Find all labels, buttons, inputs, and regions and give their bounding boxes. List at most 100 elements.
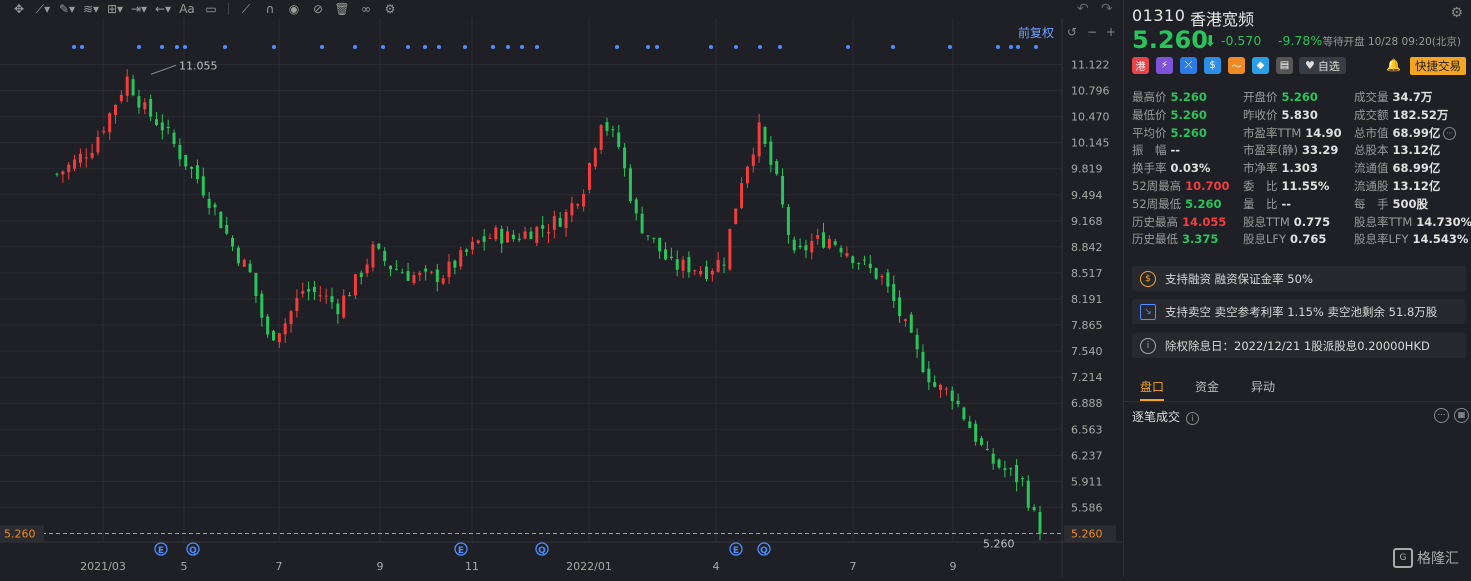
stat-cell: 每 手 500股 — [1354, 196, 1428, 212]
tab-alerts[interactable]: 异动 — [1251, 378, 1275, 395]
candle-body — [318, 295, 322, 297]
event-dot — [320, 45, 324, 49]
pencil-tool-icon[interactable]: ✎▾ — [56, 2, 78, 16]
redo-icon[interactable]: ↷ — [1101, 1, 1113, 17]
event-dot — [423, 45, 427, 49]
candle-body — [646, 235, 650, 237]
stat-value: -- — [1281, 196, 1292, 211]
link-icon[interactable]: ∞ — [355, 2, 377, 16]
more-icon[interactable]: ⋯ — [1443, 126, 1457, 140]
reset-icon[interactable]: ↺ — [1067, 25, 1077, 39]
stat-cell: 历史最高 14.055 — [1132, 214, 1226, 230]
candle-body — [576, 204, 580, 206]
candle-body — [236, 247, 240, 264]
pattern-tool-icon[interactable]: ⊞▾ — [104, 2, 126, 16]
compare-icon[interactable]: ⤫ — [1180, 57, 1197, 74]
event-marker-label: Q — [189, 546, 197, 556]
zoom-out-button[interactable]: − — [1087, 25, 1097, 39]
measure-tool-icon[interactable]: ⇥▾ — [128, 2, 150, 16]
stat-label: 委 比 — [1243, 178, 1278, 193]
stat-value: 68.99亿 — [1392, 125, 1441, 140]
candle-body — [710, 270, 714, 275]
candle-body — [564, 211, 568, 228]
stat-cell: 振 幅 -- — [1132, 142, 1180, 158]
dollar-icon[interactable]: $ — [1204, 57, 1221, 74]
undo-icon[interactable]: ↶ — [1077, 1, 1089, 17]
stat-label: 量 比 — [1243, 196, 1278, 211]
candle-body — [231, 237, 235, 247]
crosshair-icon[interactable]: ✥ — [8, 2, 30, 16]
candle-body — [822, 232, 826, 248]
candle-body — [845, 253, 849, 257]
gear-icon[interactable]: ⚙ — [379, 2, 401, 16]
candle-body — [154, 119, 158, 126]
candle-body — [289, 311, 293, 325]
stat-cell: 52周最高 10.700 — [1132, 178, 1230, 194]
short-icon: ↘ — [1140, 303, 1156, 320]
comment-icon[interactable]: ▭ — [200, 2, 222, 16]
candle-body — [529, 231, 533, 240]
quick-trade-button[interactable]: 快捷交易 — [1410, 57, 1466, 75]
magnet-icon[interactable]: ∩ — [259, 2, 281, 16]
text-tool-icon[interactable]: Aa — [176, 2, 198, 16]
candle-body — [348, 295, 352, 297]
tab-capital[interactable]: 资金 — [1195, 378, 1219, 395]
fib-tool-icon[interactable]: ≋▾ — [80, 2, 102, 16]
hide-icon[interactable]: ⊘ — [307, 2, 329, 16]
event-dot — [948, 45, 952, 49]
chart-icon[interactable]: 〜 — [1228, 57, 1245, 74]
candlestick-chart[interactable]: 11.122 10.796 10.470 10.145 9.819 9.494 9.168 8… — [0, 18, 1122, 577]
y-tick-label: 6.563 — [1071, 423, 1103, 436]
candle-body — [757, 122, 761, 157]
price-adjust-button[interactable]: 前复权 — [1018, 24, 1054, 41]
candle-body — [728, 228, 732, 270]
candle-body — [482, 236, 486, 242]
settings-icon[interactable]: ⚙ — [1450, 5, 1463, 21]
candle-body — [84, 157, 88, 159]
candle-body — [418, 272, 422, 276]
stat-cell: 最低价 5.260 — [1132, 107, 1207, 123]
x-tick-label: 9 — [950, 560, 957, 573]
candle-body — [441, 278, 445, 284]
candle-body — [933, 381, 937, 387]
event-marker-label: E — [158, 546, 164, 556]
dividend-info[interactable]: i 除权除息日：2022/12/21 1股派股息0.20000HKD — [1132, 333, 1466, 358]
more-icon[interactable]: ⋯ — [1434, 408, 1449, 423]
zoom-in-button[interactable]: + — [1106, 25, 1116, 39]
current-price-left-label: 5.260 — [4, 528, 36, 541]
candle-body — [634, 199, 638, 214]
quote-panel: 01310 香港宽频 ⚙ 5.260 ⬇ -0.570 -9.78% 等待开盘 … — [1123, 0, 1471, 577]
tag-icon[interactable]: ◆ — [1252, 57, 1269, 74]
candle-body — [330, 296, 334, 303]
stat-label: 每 手 — [1354, 196, 1389, 211]
ruler-icon[interactable]: ⟋ — [235, 2, 257, 17]
candle-body — [769, 141, 773, 165]
price-change-percent: -9.78% — [1278, 33, 1323, 48]
stats-row: 振 幅 -- 市盈率(静) 33.29 总股本 13.12亿 — [1132, 142, 1466, 160]
line-tool-icon[interactable]: ⟋▾ — [32, 2, 54, 17]
arrow-tool-icon[interactable]: ←▾ — [152, 2, 174, 16]
add-watchlist-button[interactable]: ♥ 自选 — [1299, 57, 1346, 74]
stat-label: 开盘价 — [1243, 90, 1278, 104]
stat-label: 股息TTM — [1243, 214, 1290, 229]
stat-label: 最高价 — [1132, 90, 1167, 104]
info-icon[interactable]: i — [1186, 412, 1200, 425]
grid-icon[interactable]: ▦ — [1454, 408, 1469, 423]
candle-body — [125, 76, 129, 96]
trash-icon[interactable]: 🗑 — [331, 2, 353, 16]
short-info[interactable]: ↘ 支持卖空 卖空参考利率 1.15% 卖空池剩余 51.8万股 — [1132, 299, 1466, 324]
stat-value: 11.55% — [1281, 178, 1330, 193]
event-dot — [437, 45, 441, 49]
margin-info[interactable]: $ 支持融资 融资保证金率 50% — [1132, 266, 1466, 291]
eye-icon[interactable]: ◉ — [283, 2, 305, 16]
candle-body — [804, 245, 808, 251]
bell-icon[interactable]: 🔔 — [1386, 58, 1401, 72]
note-icon[interactable]: ▤ — [1276, 57, 1293, 74]
tab-orderbook[interactable]: 盘口 — [1140, 378, 1164, 395]
stat-value: 3.375 — [1182, 232, 1219, 247]
candle-body — [266, 316, 270, 335]
lightning-icon[interactable]: ⚡ — [1156, 57, 1173, 74]
hk-connect-icon[interactable]: 港 — [1132, 57, 1149, 74]
candle-body — [383, 251, 387, 262]
candle-body — [190, 166, 194, 169]
